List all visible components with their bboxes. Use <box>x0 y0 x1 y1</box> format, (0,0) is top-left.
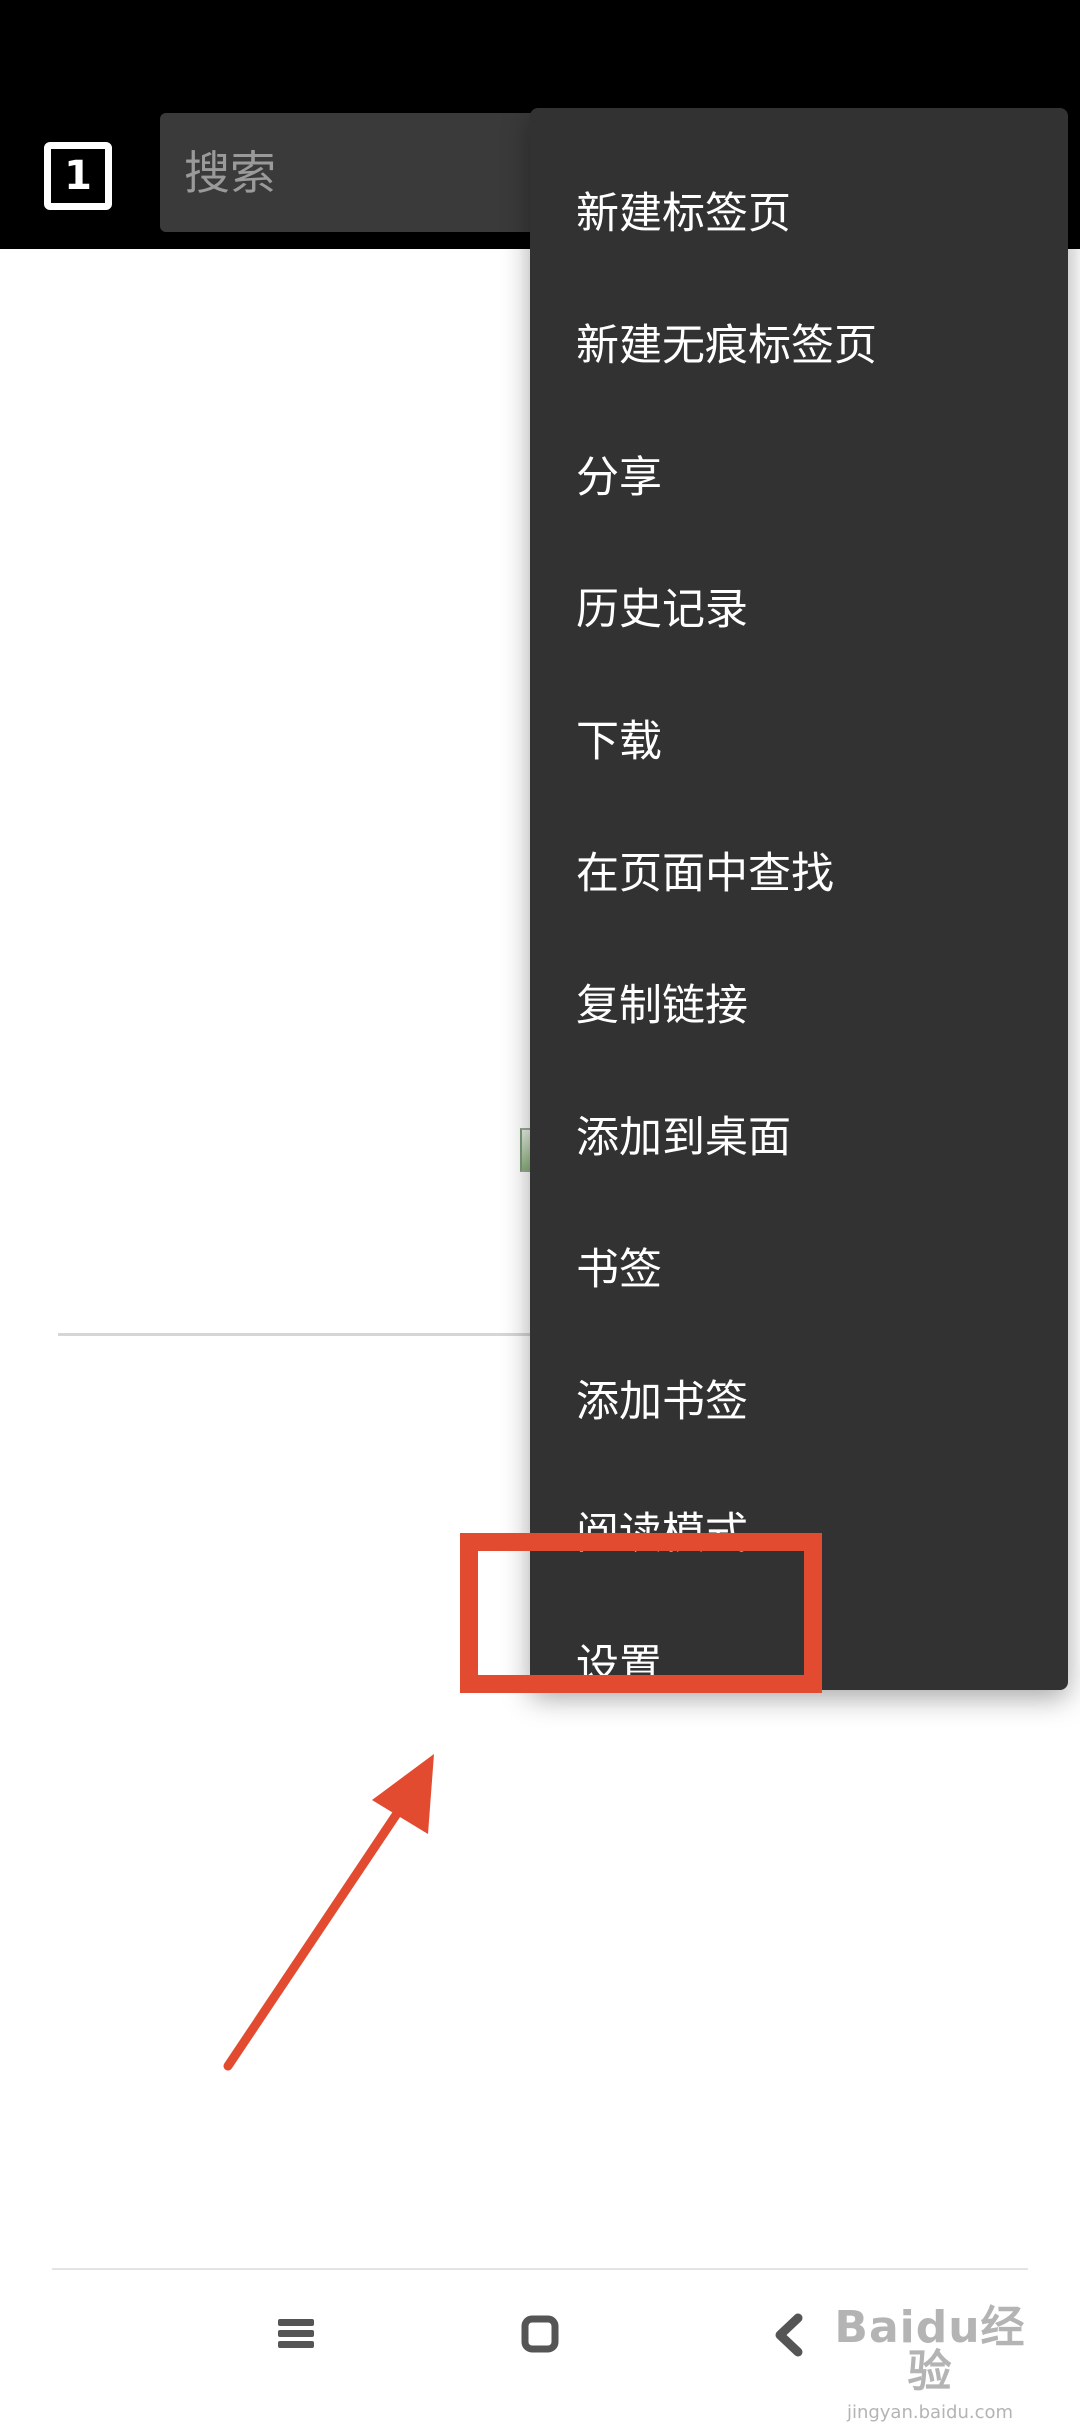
menu-item-add-bookmark[interactable]: 添加书签 <box>530 1336 1068 1468</box>
highlight-box <box>460 1533 822 1693</box>
menu-item-downloads[interactable]: 下载 <box>530 676 1068 808</box>
tab-count-button[interactable]: 1 <box>44 142 112 210</box>
menu-item-share[interactable]: 分享 <box>530 412 1068 544</box>
arrow-shaft <box>223 1801 407 2071</box>
menu-icon <box>278 2319 314 2348</box>
menu-item-find-in-page[interactable]: 在页面中查找 <box>530 808 1068 940</box>
watermark-logo: Baidu经验 <box>834 2302 1026 2397</box>
watermark-url: jingyan.baidu.com <box>846 2402 1014 2423</box>
arrow-head <box>372 1754 434 1834</box>
menu-item-new-incognito-tab[interactable]: 新建无痕标签页 <box>530 280 1068 412</box>
home-icon <box>521 2315 559 2353</box>
search-box[interactable] <box>160 113 580 232</box>
menu-item-new-tab[interactable]: 新建标签页 <box>530 148 1068 280</box>
search-input[interactable] <box>184 113 564 232</box>
watermark: Baidu经验 jingyan.baidu.com <box>820 2270 1040 2423</box>
menu-item-bookmarks[interactable]: 书签 <box>530 1204 1068 1336</box>
menu-item-history[interactable]: 历史记录 <box>530 544 1068 676</box>
status-bar <box>0 0 1080 112</box>
menu-item-copy-link[interactable]: 复制链接 <box>530 940 1068 1072</box>
overflow-menu: 新建标签页 新建无痕标签页 分享 历史记录 下载 在页面中查找 复制链接 添加到… <box>530 108 1068 1691</box>
nav-menu-button[interactable] <box>236 2270 356 2400</box>
menu-item-add-to-desktop[interactable]: 添加到桌面 <box>530 1072 1068 1204</box>
nav-home-button[interactable] <box>480 2270 600 2400</box>
page-divider <box>58 1333 538 1336</box>
